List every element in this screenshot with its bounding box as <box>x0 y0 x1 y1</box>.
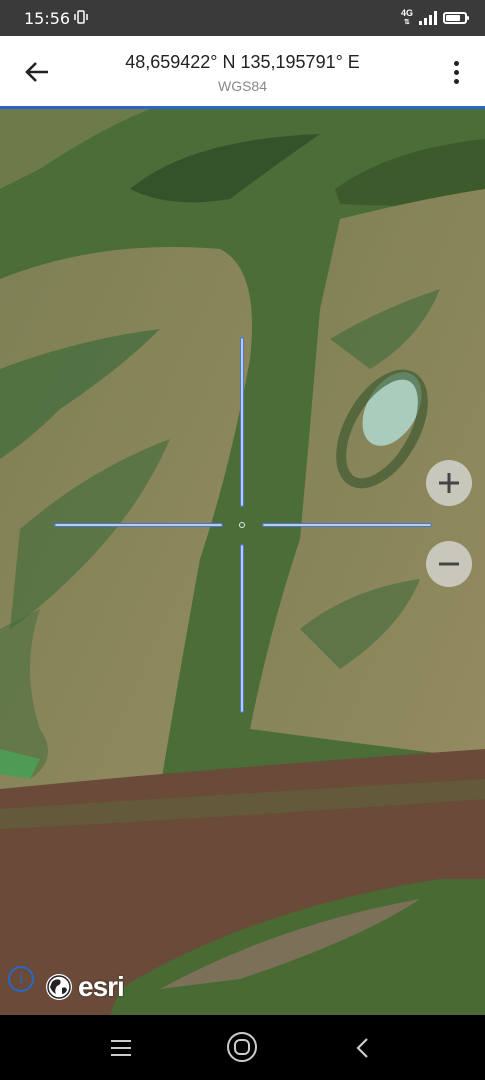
esri-logo: esri <box>44 971 125 1003</box>
app-bar: 48,659422° N 135,195791° E WGS84 <box>0 36 485 109</box>
back-icon[interactable] <box>352 1035 374 1061</box>
home-icon[interactable] <box>226 1031 258 1063</box>
map-imagery <box>0 109 485 1015</box>
minus-icon <box>439 562 459 566</box>
satellite-map[interactable]: i esri <box>0 109 485 1015</box>
vibrate-icon <box>74 10 88 24</box>
status-time: 15:56 <box>24 9 71 28</box>
globe-icon <box>46 974 72 1000</box>
more-vert-icon[interactable] <box>443 56 469 88</box>
network-type: 4G ⇅ <box>400 8 413 27</box>
attribution-info-icon[interactable]: i <box>8 966 34 992</box>
battery-icon <box>443 12 469 24</box>
plus-icon <box>439 473 459 493</box>
coordinates-title: 48,659422° N 135,195791° E <box>125 52 360 72</box>
datum-subtitle: WGS84 <box>217 78 267 94</box>
status-bar: 15:56 4G ⇅ <box>0 0 485 36</box>
menu-icon[interactable] <box>108 1037 134 1059</box>
system-nav-bar <box>0 1015 485 1080</box>
zoom-in-button[interactable] <box>426 460 472 506</box>
signal-icon <box>419 11 437 25</box>
zoom-out-button[interactable] <box>426 541 472 587</box>
